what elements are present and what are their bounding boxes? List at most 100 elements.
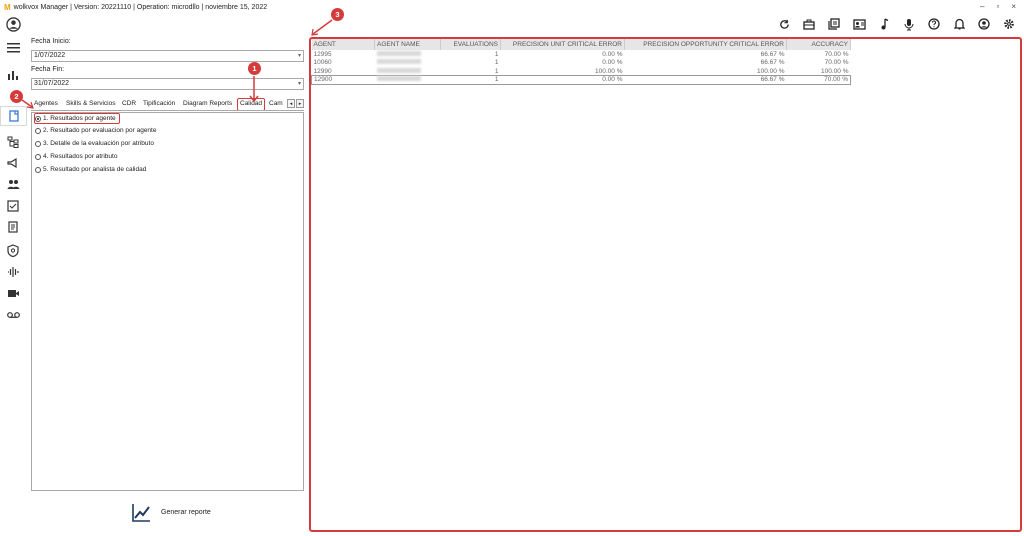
- radio-icon: [35, 166, 41, 173]
- redacted-name: [376, 59, 421, 65]
- window-controls: – ▫ ×: [980, 2, 1016, 11]
- voicemail-icon[interactable]: [5, 308, 21, 322]
- cell-accuracy: 70.00 %: [786, 75, 851, 85]
- report-tabs: Agentes Skills & Servicios CDR Tipificac…: [31, 98, 304, 111]
- cell-precision-opportunity: 66.67 %: [760, 50, 785, 58]
- end-date-label: Fecha Fin:: [31, 66, 65, 73]
- app-logo: M: [4, 2, 11, 12]
- tab-campanas[interactable]: Cam: [269, 100, 283, 107]
- cell-agent: 12990: [313, 67, 332, 75]
- report-option-label: 1. Resultados por agente: [43, 115, 116, 122]
- col-agent[interactable]: AGENT: [311, 39, 375, 50]
- cell-agent-name: [375, 59, 441, 68]
- report-option-3[interactable]: 3. Detalle de la evaluación por atributo: [35, 138, 154, 149]
- cell-evaluations: 1: [494, 67, 499, 75]
- table-row[interactable]: 12990 1 100.00 % 100.00 % 100.00 %: [312, 67, 851, 76]
- tab-calidad[interactable]: Calidad: [237, 98, 266, 110]
- start-date-label: Fecha Inicio:: [31, 38, 71, 45]
- bar-chart-icon[interactable]: [5, 67, 21, 81]
- cell-precision-unit: 0.00 %: [602, 50, 623, 58]
- cell-agent-name: [374, 75, 441, 85]
- cell-precision-opportunity: 100.00 %: [757, 67, 785, 75]
- chevron-down-icon[interactable]: ▾: [298, 51, 301, 61]
- checklist-icon[interactable]: [5, 199, 21, 213]
- chevron-right-icon[interactable]: ▸: [296, 99, 304, 108]
- table-row[interactable]: 10060 1 0.00 % 66.67 % 70.00 %: [312, 59, 851, 68]
- col-agent-name[interactable]: AGENT NAME: [374, 39, 441, 50]
- copy-icon[interactable]: [827, 17, 841, 31]
- close-button[interactable]: ×: [1011, 2, 1016, 11]
- report-panel: Fecha Inicio: 1/07/2022 ▾ Fecha Fin: 31/…: [28, 35, 307, 532]
- cell-agent: 10060: [313, 59, 332, 67]
- music-note-icon[interactable]: [877, 17, 891, 31]
- restore-button[interactable]: ▫: [996, 2, 999, 11]
- results-grid: AGENT AGENT NAME EVALUATIONS PRECISION U…: [309, 37, 1022, 532]
- menu-icon[interactable]: [5, 40, 21, 54]
- report-option-1[interactable]: 1. Resultados por agente: [34, 113, 120, 124]
- col-accuracy[interactable]: ACCURACY: [786, 39, 851, 50]
- briefcase-icon[interactable]: [802, 17, 816, 31]
- report-option-5[interactable]: 5. Resultado por analista de calidad: [35, 164, 146, 175]
- tab-skills-servicios[interactable]: Skills & Servicios: [66, 100, 115, 107]
- bell-icon[interactable]: [952, 17, 966, 31]
- audio-wave-icon[interactable]: [5, 265, 21, 279]
- cell-precision-unit: 0.00 %: [602, 59, 623, 67]
- tab-diagram-reports[interactable]: Diagram Reports: [183, 100, 232, 107]
- cell-precision-opportunity: 66.67 %: [760, 59, 785, 67]
- radio-icon: [35, 127, 41, 134]
- video-icon[interactable]: [5, 286, 21, 300]
- settings-icon[interactable]: [1002, 17, 1016, 31]
- contact-card-icon[interactable]: [852, 17, 866, 31]
- cell-accuracy: 70.00 %: [824, 59, 849, 67]
- radio-icon: [35, 140, 41, 147]
- chevron-down-icon[interactable]: ▾: [298, 79, 301, 89]
- results-table: AGENT AGENT NAME EVALUATIONS PRECISION U…: [311, 39, 851, 85]
- report-option-4[interactable]: 4. Resultados por atributo: [35, 151, 117, 162]
- redacted-name: [376, 76, 421, 82]
- end-date-value: 31/07/2022: [34, 80, 70, 87]
- tab-tipificacion[interactable]: Tipificación: [143, 100, 175, 107]
- cell-agent: 12995: [313, 50, 332, 58]
- redacted-name: [376, 67, 421, 73]
- report-icon[interactable]: [0, 106, 27, 126]
- report-option-label: 2. Resultado por evaluacion por agente: [43, 127, 157, 134]
- chevron-left-icon[interactable]: ◂: [287, 99, 295, 108]
- col-precision-opportunity[interactable]: PRECISION OPPORTUNITY CRITICAL ERROR: [624, 39, 787, 50]
- tab-scroller: ◂ ▸: [287, 99, 304, 108]
- shield-icon[interactable]: [5, 243, 21, 257]
- tree-icon[interactable]: [5, 135, 21, 149]
- end-date-field[interactable]: 31/07/2022 ▾: [31, 78, 304, 90]
- cell-accuracy: 70.00 %: [824, 50, 849, 58]
- trend-chart-icon: [132, 504, 150, 522]
- callout-badge-2: 2: [10, 90, 23, 103]
- refresh-icon[interactable]: [777, 17, 791, 31]
- report-options: 1. Resultados por agente 2. Resultado po…: [31, 112, 304, 491]
- account-icon[interactable]: [977, 17, 991, 31]
- table-row[interactable]: 12900 1 0.00 % 66.67 % 70.00 %: [311, 75, 851, 85]
- table-header-row: AGENT AGENT NAME EVALUATIONS PRECISION U…: [311, 39, 851, 50]
- callout-badge-3: 3: [331, 8, 344, 21]
- start-date-field[interactable]: 1/07/2022 ▾: [31, 50, 304, 62]
- tab-cdr[interactable]: CDR: [122, 100, 136, 107]
- campaign-icon[interactable]: [5, 156, 21, 170]
- generate-report-button[interactable]: Generar reporte: [132, 503, 211, 522]
- report-option-2[interactable]: 2. Resultado por evaluacion por agente: [35, 125, 156, 136]
- col-evaluations[interactable]: EVALUATIONS: [440, 39, 501, 50]
- cell-precision-opportunity: 66.67 %: [624, 75, 787, 85]
- minimize-button[interactable]: –: [980, 2, 984, 11]
- table-row[interactable]: 12995 1 0.00 % 66.67 % 70.00 %: [312, 50, 851, 59]
- cell-precision-unit: 100.00 %: [595, 67, 623, 75]
- col-precision-unit[interactable]: PRECISION UNIT CRITICAL ERROR: [500, 39, 625, 50]
- title-bar: M wolkvox Manager | Version: 20221110 | …: [0, 0, 1024, 14]
- cell-agent-name: [375, 50, 441, 59]
- users-icon[interactable]: [5, 177, 21, 191]
- book-icon[interactable]: [5, 220, 21, 234]
- redacted-name: [376, 50, 421, 56]
- user-icon[interactable]: [5, 16, 21, 32]
- top-toolbar: [777, 15, 1016, 33]
- microphone-icon[interactable]: [902, 17, 916, 31]
- tab-agentes[interactable]: Agentes: [34, 100, 58, 107]
- help-icon[interactable]: [927, 17, 941, 31]
- report-option-label: 3. Detalle de la evaluación por atributo: [43, 140, 154, 147]
- cell-agent: 12900: [311, 75, 375, 85]
